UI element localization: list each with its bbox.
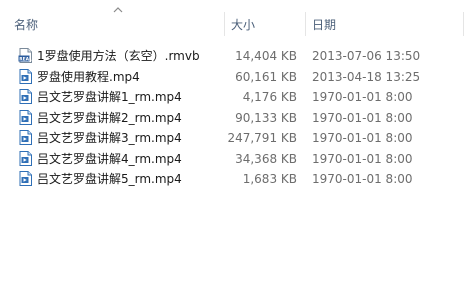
file-name: 吕文艺罗盘讲解1_rm.mp4 — [37, 90, 182, 104]
column-header-bar: 名称 大小 日期 — [0, 0, 470, 36]
column-header-date[interactable]: 日期 — [312, 17, 336, 33]
file-name: 吕文艺罗盘讲解4_rm.mp4 — [37, 151, 182, 166]
file-date: 1970-01-01 8:00 — [312, 131, 413, 145]
file-date: 2013-04-18 13:25 — [312, 69, 421, 84]
file-name: 1罗盘使用方法（玄空）.rmvb — [37, 49, 200, 63]
file-row[interactable]: 吕文艺罗盘讲解1_rm.mp4 4,176 KB 1970-01-01 8:00 — [0, 87, 470, 108]
file-date: 2013-07-06 13:50 — [312, 49, 421, 63]
sort-ascending-icon[interactable] — [113, 6, 123, 14]
file-size: 14,404 KB — [235, 49, 297, 63]
file-row[interactable]: 吕文艺罗盘讲解3_rm.mp4 247,791 KB 1970-01-01 8:… — [0, 128, 470, 149]
file-size: 4,176 KB — [242, 90, 297, 104]
file-size: 1,683 KB — [242, 172, 297, 186]
file-size: 247,791 KB — [227, 131, 297, 145]
mp4-video-file-icon — [19, 130, 32, 145]
file-date: 1970-01-01 8:00 — [312, 90, 413, 104]
mp4-video-file-icon — [19, 89, 32, 104]
file-date: 1970-01-01 8:00 — [312, 151, 413, 166]
file-row[interactable]: 罗盘使用教程.mp4 60,161 KB 2013-04-18 13:25 — [0, 67, 470, 88]
column-divider[interactable] — [305, 12, 306, 36]
file-date: 1970-01-01 8:00 — [312, 172, 413, 186]
file-list: REAL 1罗盘使用方法（玄空）.rmvb 14,404 KB 2013-07-… — [0, 46, 470, 190]
file-date: 1970-01-01 8:00 — [312, 110, 413, 125]
file-name: 吕文艺罗盘讲解5_rm.mp4 — [37, 172, 182, 186]
column-divider[interactable] — [224, 12, 225, 36]
column-divider[interactable] — [463, 12, 464, 36]
mp4-video-file-icon — [19, 150, 32, 166]
mp4-video-file-icon — [19, 68, 32, 84]
file-row[interactable]: 吕文艺罗盘讲解2_rm.mp4 90,133 KB 1970-01-01 8:0… — [0, 108, 470, 129]
file-row[interactable]: 吕文艺罗盘讲解4_rm.mp4 34,368 KB 1970-01-01 8:0… — [0, 149, 470, 170]
file-size: 90,133 KB — [235, 110, 297, 125]
file-row[interactable]: REAL 1罗盘使用方法（玄空）.rmvb 14,404 KB 2013-07-… — [0, 46, 470, 67]
file-size: 34,368 KB — [235, 151, 297, 166]
file-size: 60,161 KB — [235, 69, 297, 84]
file-name: 罗盘使用教程.mp4 — [37, 69, 140, 84]
mp4-video-file-icon — [19, 109, 32, 125]
file-row[interactable]: 吕文艺罗盘讲解5_rm.mp4 1,683 KB 1970-01-01 8:00 — [0, 169, 470, 190]
mp4-video-file-icon — [19, 171, 32, 186]
column-header-name[interactable]: 名称 — [14, 17, 38, 33]
file-name: 吕文艺罗盘讲解3_rm.mp4 — [37, 131, 182, 145]
svg-text:REAL: REAL — [19, 56, 32, 62]
file-name: 吕文艺罗盘讲解2_rm.mp4 — [37, 110, 182, 125]
column-header-size[interactable]: 大小 — [231, 17, 255, 33]
rmvb-video-file-icon: REAL — [18, 48, 32, 63]
